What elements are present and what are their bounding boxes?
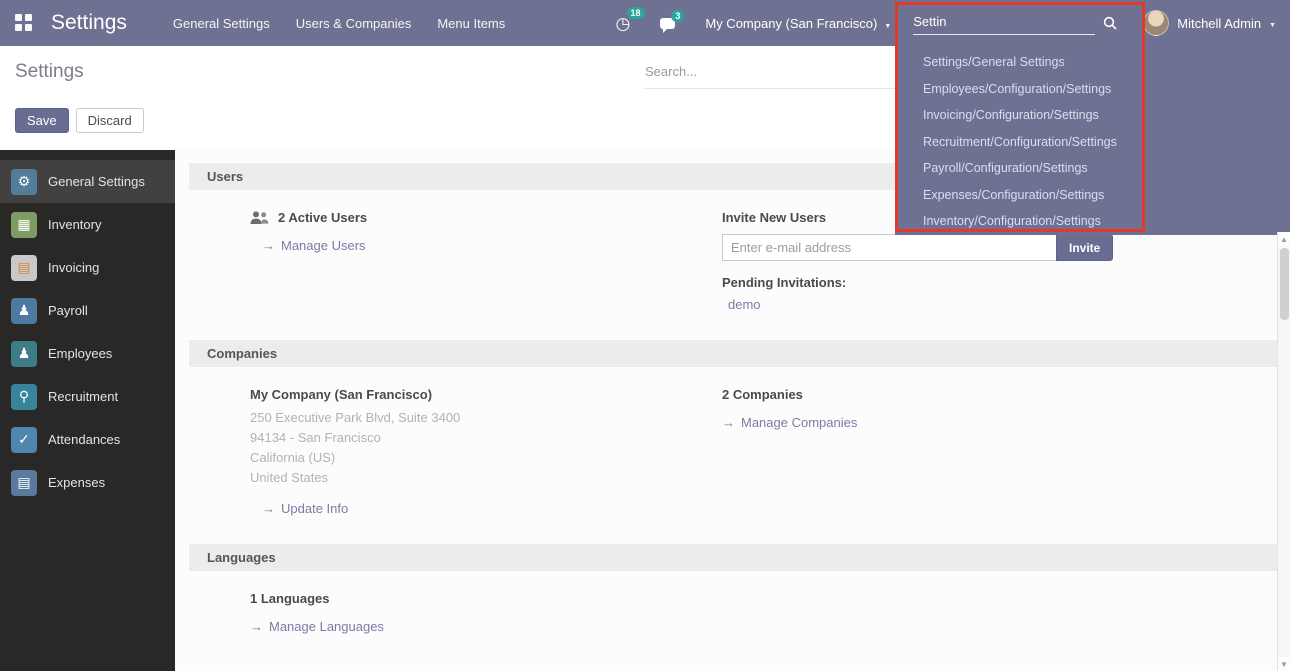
avatar bbox=[1143, 10, 1169, 36]
attendances-icon: ✓ bbox=[11, 427, 37, 453]
search-result-item[interactable]: Settings/General Settings bbox=[895, 49, 1290, 76]
search-result-item[interactable]: Inventory/Configuration/Settings bbox=[895, 208, 1290, 235]
user-menu[interactable]: Mitchell Admin bbox=[1143, 10, 1276, 36]
app-title: Settings bbox=[51, 11, 127, 35]
section-header-companies: Companies bbox=[189, 340, 1277, 367]
search-result-item[interactable]: Employees/Configuration/Settings bbox=[895, 76, 1290, 103]
manage-users-link[interactable]: Manage Users bbox=[262, 238, 366, 253]
company-name-label: My Company (San Francisco) bbox=[250, 387, 722, 402]
arrow-right-icon bbox=[262, 501, 275, 516]
section-companies: Companies My Company (San Francisco) 250… bbox=[189, 340, 1277, 544]
payroll-icon: ♟ bbox=[11, 298, 37, 324]
sidebar-item-expenses[interactable]: ▤ Expenses bbox=[0, 461, 175, 504]
inventory-icon: ▦ bbox=[11, 212, 37, 238]
vertical-scrollbar[interactable]: ▲ ▼ bbox=[1277, 232, 1290, 671]
sidebar-item-attendances[interactable]: ✓ Attendances bbox=[0, 418, 175, 461]
navbar-right: ◷ 18 3 My Company (San Francisco) Mitche… bbox=[616, 10, 1290, 36]
sidebar-item-employees[interactable]: ♟ Employees bbox=[0, 332, 175, 375]
action-buttons: Save Discard bbox=[15, 108, 144, 133]
sidebar-item-payroll[interactable]: ♟ Payroll bbox=[0, 289, 175, 332]
menu-menu-items[interactable]: Menu Items bbox=[437, 16, 505, 31]
search-result-item[interactable]: Invoicing/Configuration/Settings bbox=[895, 102, 1290, 129]
employees-icon: ♟ bbox=[11, 341, 37, 367]
settings-search bbox=[645, 62, 895, 89]
active-users-count: 2 Active Users bbox=[278, 210, 367, 225]
company-address: 250 Executive Park Blvd, Suite 3400 9413… bbox=[250, 408, 722, 488]
settings-sidebar: ⚙ General Settings ▦ Inventory ▤ Invoici… bbox=[0, 150, 175, 671]
sidebar-item-label: Employees bbox=[48, 346, 112, 361]
sidebar-item-label: Inventory bbox=[48, 217, 101, 232]
manage-languages-link[interactable]: Manage Languages bbox=[250, 619, 384, 634]
sidebar-item-invoicing[interactable]: ▤ Invoicing bbox=[0, 246, 175, 289]
recruitment-icon: ⚲ bbox=[11, 384, 37, 410]
update-info-link[interactable]: Update Info bbox=[262, 501, 348, 516]
settings-search-input[interactable] bbox=[645, 62, 895, 89]
arrow-right-icon bbox=[262, 238, 275, 253]
chevron-down-icon bbox=[884, 16, 891, 31]
search-icon bbox=[1103, 16, 1117, 30]
message-count-badge: 3 bbox=[671, 10, 684, 22]
languages-count: 1 Languages bbox=[250, 591, 722, 606]
sidebar-item-label: Expenses bbox=[48, 475, 105, 490]
menu-search-input[interactable] bbox=[913, 12, 1095, 35]
menu-search bbox=[913, 12, 1133, 35]
scroll-down-arrow[interactable]: ▼ bbox=[1278, 657, 1290, 671]
gear-icon: ⚙ bbox=[11, 169, 37, 195]
discard-button[interactable]: Discard bbox=[76, 108, 144, 133]
sidebar-item-label: Attendances bbox=[48, 432, 120, 447]
address-line: California (US) bbox=[250, 448, 722, 468]
activities-button[interactable]: ◷ 18 bbox=[616, 15, 631, 32]
arrow-right-icon bbox=[250, 619, 263, 634]
search-result-item[interactable]: Expenses/Configuration/Settings bbox=[895, 182, 1290, 209]
sidebar-item-general-settings[interactable]: ⚙ General Settings bbox=[0, 160, 175, 203]
user-name: Mitchell Admin bbox=[1177, 16, 1261, 31]
expenses-icon: ▤ bbox=[11, 470, 37, 496]
address-line: 250 Executive Park Blvd, Suite 3400 bbox=[250, 408, 722, 428]
users-group-icon bbox=[250, 211, 269, 225]
sidebar-item-inventory[interactable]: ▦ Inventory bbox=[0, 203, 175, 246]
company-name: My Company (San Francisco) bbox=[705, 16, 877, 31]
app-menu: General Settings Users & Companies Menu … bbox=[173, 16, 505, 31]
arrow-right-icon bbox=[722, 415, 735, 430]
apps-menu-icon[interactable] bbox=[15, 14, 33, 32]
pending-invitations-label: Pending Invitations: bbox=[722, 275, 1277, 290]
address-line: 94134 - San Francisco bbox=[250, 428, 722, 448]
companies-count: 2 Companies bbox=[722, 387, 1277, 402]
company-switcher[interactable]: My Company (San Francisco) bbox=[705, 16, 891, 31]
sidebar-item-label: General Settings bbox=[48, 174, 145, 189]
page-title: Settings bbox=[15, 61, 84, 83]
menu-users-companies[interactable]: Users & Companies bbox=[296, 16, 412, 31]
messages-button[interactable]: 3 bbox=[660, 18, 675, 29]
sidebar-item-label: Recruitment bbox=[48, 389, 118, 404]
activity-count-badge: 18 bbox=[627, 7, 645, 19]
section-header-languages: Languages bbox=[189, 544, 1277, 571]
sidebar-item-label: Invoicing bbox=[48, 260, 99, 275]
sidebar-item-recruitment[interactable]: ⚲ Recruitment bbox=[0, 375, 175, 418]
pending-user-link[interactable]: demo bbox=[728, 297, 761, 312]
manage-companies-link[interactable]: Manage Companies bbox=[722, 415, 857, 430]
invoicing-icon: ▤ bbox=[11, 255, 37, 281]
top-navbar: Settings General Settings Users & Compan… bbox=[0, 0, 1290, 46]
invite-email-input[interactable] bbox=[722, 234, 1056, 261]
section-languages: Languages 1 Languages Manage Languages bbox=[189, 544, 1277, 662]
search-result-item[interactable]: Recruitment/Configuration/Settings bbox=[895, 129, 1290, 156]
menu-general-settings[interactable]: General Settings bbox=[173, 16, 270, 31]
address-line: United States bbox=[250, 468, 722, 488]
save-button[interactable]: Save bbox=[15, 108, 69, 133]
scroll-up-arrow[interactable]: ▲ bbox=[1278, 232, 1290, 246]
menu-search-dropdown: Settings/General Settings Employees/Conf… bbox=[895, 46, 1290, 235]
invite-button[interactable]: Invite bbox=[1056, 234, 1113, 261]
search-result-item[interactable]: Payroll/Configuration/Settings bbox=[895, 155, 1290, 182]
scrollbar-thumb[interactable] bbox=[1280, 248, 1289, 320]
sidebar-item-label: Payroll bbox=[48, 303, 88, 318]
chevron-down-icon bbox=[1269, 14, 1276, 32]
